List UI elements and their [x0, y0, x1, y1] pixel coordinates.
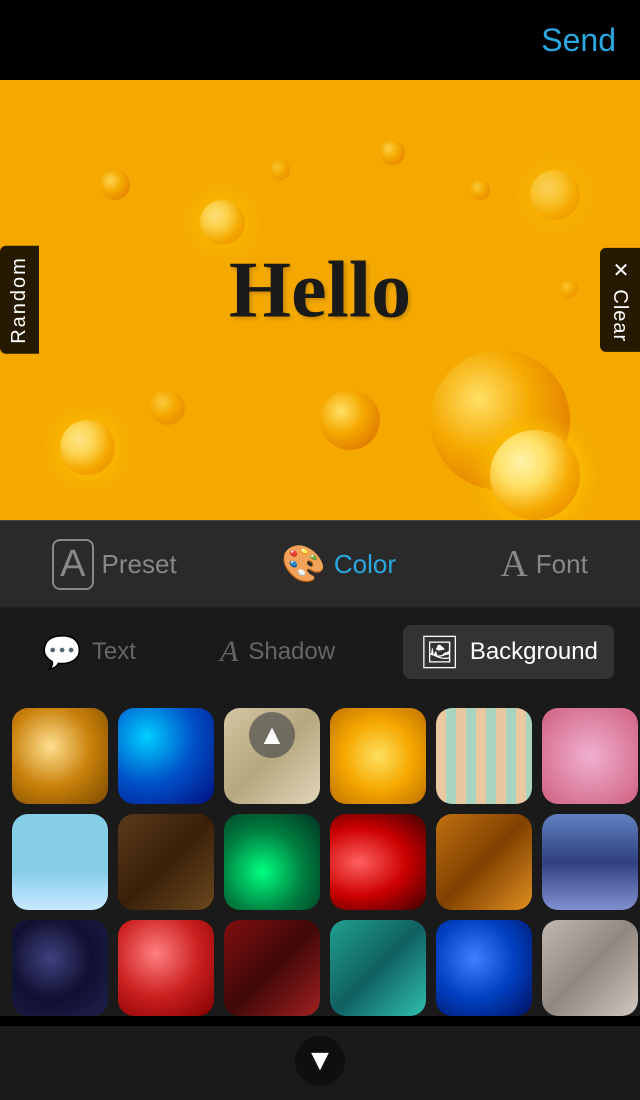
- grid-row-1: ▲: [12, 708, 628, 804]
- tab-preset-label: Preset: [102, 549, 177, 580]
- tab-font[interactable]: A Font: [500, 542, 587, 586]
- font-icon: A: [500, 542, 527, 586]
- shadow-icon: A: [220, 635, 238, 669]
- grid-row-2: [12, 814, 628, 910]
- tab-preset[interactable]: A Preset: [52, 539, 177, 590]
- background-icon: 🖼: [419, 633, 460, 671]
- tab-color-label: Color: [334, 549, 396, 580]
- scroll-up-button[interactable]: ▲: [249, 712, 295, 758]
- swatch-beige-texture[interactable]: ▲: [224, 708, 320, 804]
- swatch-gray-stone[interactable]: [542, 920, 638, 1016]
- swatch-green-swirl[interactable]: [224, 814, 320, 910]
- swatch-teal-fabric[interactable]: [330, 920, 426, 1016]
- swatch-red-orb[interactable]: [118, 920, 214, 1016]
- preview-text: Hello: [229, 245, 411, 336]
- swatch-gold-bokeh[interactable]: [12, 708, 108, 804]
- swatch-blue-texture[interactable]: [436, 920, 532, 1016]
- swatch-blue-sparkle[interactable]: [118, 708, 214, 804]
- sub-tab-background[interactable]: 🖼 Background: [403, 625, 614, 679]
- swatch-sky-dandelion[interactable]: [12, 814, 108, 910]
- swatch-dark-red[interactable]: [224, 920, 320, 1016]
- swatch-dark-wood[interactable]: [118, 814, 214, 910]
- grid-wrapper: ▲: [12, 708, 628, 1016]
- swatch-red-sparkle[interactable]: [330, 814, 426, 910]
- tab-bar: A Preset 🎨 Color A Font: [0, 520, 640, 608]
- swatch-stripes[interactable]: [436, 708, 532, 804]
- grid-container: ▲: [0, 696, 640, 1016]
- sub-tab-background-label: Background: [470, 638, 598, 666]
- swatch-yellow-cheese[interactable]: [330, 708, 426, 804]
- sub-tab-bar: 💬 Text A Shadow 🖼 Background: [0, 608, 640, 696]
- swatch-pink-dots[interactable]: [542, 708, 638, 804]
- scroll-down-button[interactable]: ▼: [295, 1036, 345, 1086]
- tab-color[interactable]: 🎨 Color: [281, 543, 396, 585]
- scroll-down-row: ▼: [0, 1026, 640, 1100]
- swatch-dark-swirl[interactable]: [12, 920, 108, 1016]
- color-icon: 🎨: [281, 543, 326, 585]
- preset-icon: A: [52, 539, 93, 590]
- send-button[interactable]: Send: [541, 22, 616, 59]
- sub-tab-shadow-label: Shadow: [248, 638, 335, 666]
- grid-row-3: [12, 920, 628, 1016]
- text-icon: 💬: [42, 633, 82, 671]
- tab-font-label: Font: [536, 549, 588, 580]
- swatch-orange-texture[interactable]: [436, 814, 532, 910]
- swatch-blue-fabric[interactable]: [542, 814, 638, 910]
- top-bar: Send: [0, 0, 640, 80]
- sub-tab-text-label: Text: [92, 638, 136, 666]
- sub-tab-shadow[interactable]: A Shadow: [204, 627, 351, 677]
- random-button[interactable]: Random: [0, 246, 39, 354]
- preview-area: Hello Random ✕ Clear: [0, 80, 640, 520]
- sub-tab-text[interactable]: 💬 Text: [26, 625, 152, 679]
- clear-button[interactable]: ✕ Clear: [600, 248, 640, 352]
